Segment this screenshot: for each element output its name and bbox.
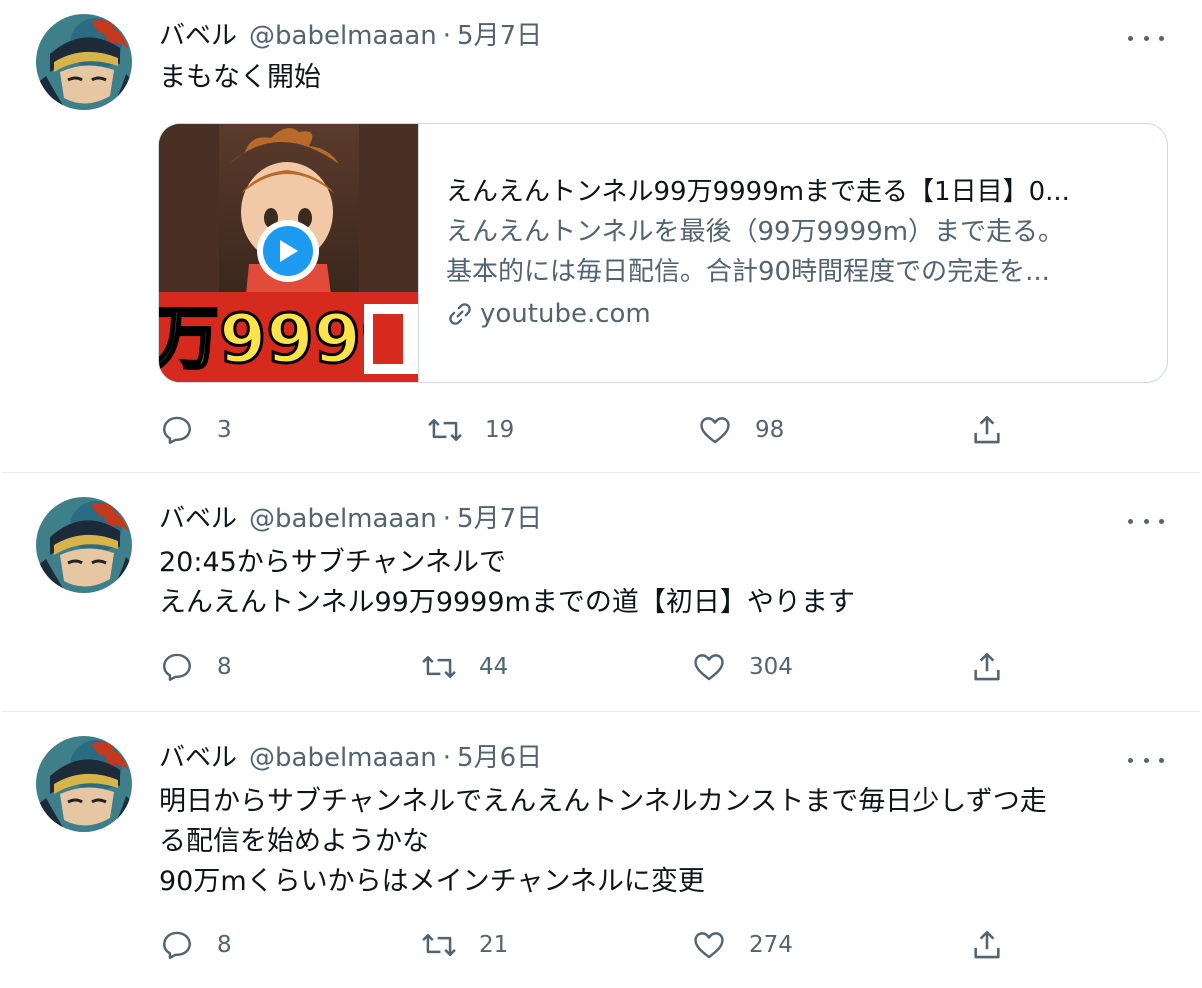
share-button[interactable] — [969, 410, 1005, 450]
tweet-text: 20:45からサブチャンネルで えんえんトンネル99万9999mまでの道【初日】… — [159, 543, 1159, 623]
avatar[interactable] — [36, 736, 132, 832]
more-dots-icon[interactable] — [1128, 511, 1164, 531]
separator: · — [442, 21, 452, 51]
retweet-count: 19 — [485, 417, 515, 443]
like-button[interactable]: 98 — [697, 410, 784, 450]
user-handle[interactable]: @babelmaaan — [249, 504, 437, 534]
avatar[interactable] — [36, 14, 132, 110]
card-body: えんえんトンネル99万9999mまで走る【1日目】0... えんえんトンネルを最… — [446, 172, 1146, 334]
tweet-header: バベル @babelmaaan · 5月7日 — [159, 501, 542, 537]
tweet-date[interactable]: 5月7日 — [457, 504, 542, 534]
card-title: えんえんトンネル99万9999mまで走る【1日目】0... — [446, 177, 1070, 207]
separator: · — [442, 743, 452, 773]
tweet-text: 明日からサブチャンネルでえんえんトンネルカンストまで毎日少しずつ走 る配信を始め… — [159, 782, 1159, 902]
like-count: 304 — [749, 654, 793, 680]
user-handle[interactable]: @babelmaaan — [249, 21, 437, 51]
display-name[interactable]: バベル — [159, 743, 237, 773]
tweet-text-line: る配信を始めようかな — [159, 826, 429, 857]
reply-count: 8 — [217, 654, 232, 680]
share-arrow-icon — [969, 927, 1005, 963]
heart-icon — [691, 649, 727, 685]
avatar[interactable] — [36, 497, 132, 593]
tweet-text-line: えんえんトンネル99万9999mまでの道【初日】やります — [159, 587, 855, 618]
tweet[interactable]: バベル @babelmaaan · 5月7日 20:45からサブチャンネルで えんえん… — [2, 473, 1200, 712]
tweet-text-line: 明日からサブチャンネルでえんえんトンネルカンストまで毎日少しずつ走 — [159, 786, 1047, 817]
tweet-text-line: まもなく開始 — [159, 62, 321, 93]
separator: · — [442, 504, 452, 534]
like-button[interactable]: 274 — [691, 925, 793, 965]
tweet-actions: 8 21 274 — [159, 925, 1019, 965]
share-arrow-icon — [969, 649, 1005, 685]
more-dots-icon[interactable] — [1128, 28, 1164, 48]
tweet-actions: 8 44 304 — [159, 647, 1019, 687]
card-domain-text: youtube.com — [480, 299, 651, 329]
speech-bubble-icon — [159, 412, 195, 448]
card-domain: youtube.com — [446, 294, 1146, 334]
retweet-count: 21 — [479, 932, 509, 958]
reply-count: 3 — [217, 417, 232, 443]
tweet-text: まもなく開始 — [159, 58, 1159, 98]
share-button[interactable] — [969, 925, 1005, 965]
tweet-header: バベル @babelmaaan · 5月7日 — [159, 18, 542, 54]
retweet-arrows-icon — [421, 927, 457, 963]
heart-icon — [697, 412, 733, 448]
display-name[interactable]: バベル — [159, 504, 237, 534]
tweet-actions: 3 19 98 — [159, 410, 1019, 450]
retweet-button[interactable]: 44 — [421, 647, 508, 687]
tweet[interactable]: バベル @babelmaaan · 5月6日 明日からサブチャンネルでえんえんトンネル… — [2, 712, 1200, 988]
tweet-text-line: 90万mくらいからはメインチャンネルに変更 — [159, 866, 705, 897]
reply-button[interactable]: 8 — [159, 925, 232, 965]
reply-count: 8 — [217, 932, 232, 958]
tweet[interactable]: バベル @babelmaaan · 5月7日 まもなく開始 万999 えんえんト… — [2, 0, 1200, 473]
link-chain-icon — [446, 300, 474, 328]
link-card[interactable]: 万9999m えんえんトンネル99万9999mまで走る【1日目】0... えんえ… — [158, 123, 1168, 383]
share-button[interactable] — [969, 647, 1005, 687]
display-name[interactable]: バベル — [159, 21, 237, 51]
retweet-arrows-icon — [421, 649, 457, 685]
card-description-line: 基本的には毎日配信。合計90時間程度での完走を... — [446, 257, 1050, 287]
play-icon[interactable] — [257, 220, 319, 282]
tweet-date[interactable]: 5月7日 — [457, 21, 542, 51]
video-thumbnail[interactable]: 万9999m — [159, 124, 419, 382]
retweet-button[interactable]: 21 — [421, 925, 508, 965]
like-count: 274 — [749, 932, 793, 958]
reply-button[interactable]: 3 — [159, 410, 232, 450]
tweet-date[interactable]: 5月6日 — [457, 743, 542, 773]
like-button[interactable]: 304 — [691, 647, 793, 687]
speech-bubble-icon — [159, 927, 195, 963]
speech-bubble-icon — [159, 649, 195, 685]
like-count: 98 — [755, 417, 785, 443]
reply-button[interactable]: 8 — [159, 647, 232, 687]
more-dots-icon[interactable] — [1128, 750, 1164, 770]
tweet-text-line: 20:45からサブチャンネルで — [159, 547, 506, 578]
card-description-line: えんえんトンネルを最後（99万9999m）まで走る。 — [446, 217, 1065, 247]
share-arrow-icon — [969, 412, 1005, 448]
retweet-count: 44 — [479, 654, 509, 680]
user-handle[interactable]: @babelmaaan — [249, 743, 437, 773]
heart-icon — [691, 927, 727, 963]
retweet-button[interactable]: 19 — [427, 410, 514, 450]
retweet-arrows-icon — [427, 412, 463, 448]
tweet-header: バベル @babelmaaan · 5月6日 — [159, 740, 542, 776]
